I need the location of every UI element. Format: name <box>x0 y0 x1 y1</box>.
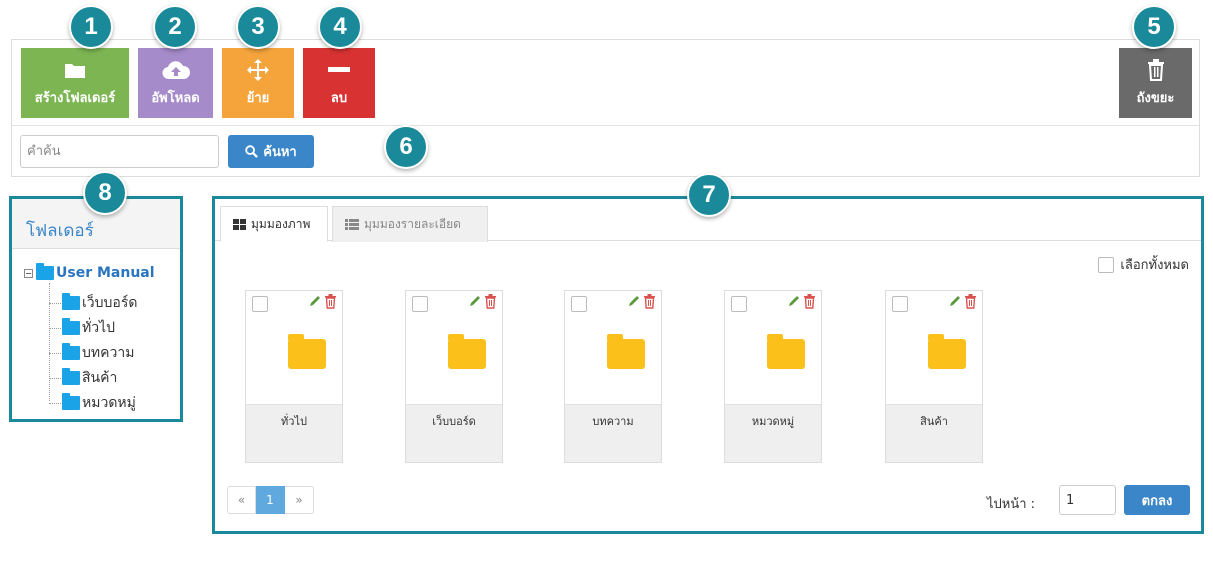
folder-card[interactable]: บทความ <box>564 290 662 463</box>
folder-sidebar: โฟลเดอร์ − User Manual เว็บบอร์ด ทั่วไป … <box>9 196 183 422</box>
search-button[interactable]: ค้นหา <box>228 135 314 168</box>
pencil-icon[interactable] <box>787 294 801 308</box>
folder-card[interactable]: สินค้า <box>885 290 983 463</box>
tree-item-label: บทความ <box>82 345 135 361</box>
folder-icon <box>928 334 966 369</box>
grid-icon <box>233 218 246 230</box>
trash-icon <box>1119 58 1192 82</box>
callout-marker-3: 3 <box>236 5 280 49</box>
folder-icon <box>62 368 80 385</box>
folder-icon <box>36 263 54 280</box>
file-browser-main: มุมมองภาพ มุมมองรายละเอียด เลือกทั้งหมด … <box>212 196 1204 534</box>
create-folder-button[interactable]: สร้างโฟลเดอร์ <box>21 48 129 118</box>
move-button[interactable]: ย้าย <box>222 48 294 118</box>
pencil-icon[interactable] <box>627 294 641 308</box>
pencil-icon[interactable] <box>468 294 482 308</box>
trash-icon[interactable] <box>643 294 656 309</box>
folder-icon <box>62 293 80 310</box>
tree-item-label: สินค้า <box>82 370 118 386</box>
folder-icon <box>62 318 80 335</box>
tree-item-webboard[interactable]: เว็บบอร์ด <box>49 292 137 314</box>
upload-label: อัพโหลด <box>151 91 200 106</box>
pencil-icon[interactable] <box>308 294 322 308</box>
folder-icon <box>62 343 80 360</box>
trash-icon[interactable] <box>484 294 497 309</box>
upload-button[interactable]: อัพโหลด <box>138 48 213 118</box>
folder-name: บทความ <box>565 404 661 462</box>
callout-marker-4: 4 <box>318 5 362 49</box>
pencil-icon[interactable] <box>948 294 962 308</box>
tree-item-label: เว็บบอร์ด <box>82 295 138 311</box>
tab-label: มุมมองรายละเอียด <box>364 217 461 231</box>
search-input[interactable] <box>20 135 219 168</box>
select-all-checkbox[interactable] <box>1098 256 1115 273</box>
tab-label: มุมมองภาพ <box>251 216 311 231</box>
tree-item-label: หมวดหมู่ <box>82 395 136 411</box>
folder-card[interactable]: ทั่วไป <box>245 290 343 463</box>
folder-card[interactable]: เว็บบอร์ด <box>405 290 503 463</box>
move-label: ย้าย <box>246 91 270 106</box>
trash-icon[interactable] <box>324 294 337 309</box>
folder-icon <box>62 393 80 410</box>
callout-marker-6: 6 <box>384 125 428 169</box>
tree-item-general[interactable]: ทั่วไป <box>49 317 115 339</box>
folder-icon <box>21 58 129 82</box>
callout-marker-5: 5 <box>1132 5 1176 49</box>
folder-checkbox[interactable] <box>571 296 587 312</box>
tab-thumbnail-view[interactable]: มุมมองภาพ <box>220 206 328 242</box>
folder-checkbox[interactable] <box>412 296 428 312</box>
tree-item-label: ทั่วไป <box>82 320 116 336</box>
toolbar-panel: สร้างโฟลเดอร์ อัพโหลด ย้าย ลบ ถังขยะ ค้น… <box>11 39 1200 177</box>
list-icon <box>345 219 359 230</box>
folder-icon <box>767 334 805 369</box>
minus-icon <box>303 58 375 82</box>
select-all-label: เลือกทั้งหมด <box>1120 258 1189 273</box>
tree-item-articles[interactable]: บทความ <box>49 342 134 364</box>
folder-icon <box>288 334 326 369</box>
collapse-icon[interactable]: − <box>24 268 33 278</box>
toolbar-divider <box>12 125 1199 126</box>
folder-checkbox[interactable] <box>731 296 747 312</box>
trash-label: ถังขยะ <box>1136 91 1175 106</box>
folder-checkbox[interactable] <box>252 296 268 312</box>
folder-checkbox[interactable] <box>892 296 908 312</box>
search-icon <box>245 145 259 158</box>
folder-icon <box>607 334 645 369</box>
goto-page-input[interactable] <box>1059 485 1116 515</box>
folder-name: ทั่วไป <box>246 404 342 462</box>
callout-marker-7: 7 <box>687 173 731 217</box>
tree-item-products[interactable]: สินค้า <box>49 367 117 389</box>
pagination-page-1[interactable]: 1 <box>256 486 285 514</box>
delete-button[interactable]: ลบ <box>303 48 375 118</box>
search-button-label: ค้นหา <box>263 145 297 160</box>
trash-icon[interactable] <box>964 294 977 309</box>
callout-marker-1: 1 <box>69 5 113 49</box>
create-folder-label: สร้างโฟลเดอร์ <box>34 91 116 106</box>
folder-name: หมวดหมู่ <box>725 404 821 462</box>
tree-item-categories[interactable]: หมวดหมู่ <box>49 392 136 414</box>
folder-name: เว็บบอร์ด <box>406 404 502 462</box>
cloud-upload-icon <box>138 58 213 82</box>
tree-root-user-manual[interactable]: − User Manual <box>24 263 155 281</box>
pagination-prev[interactable]: « <box>227 486 256 514</box>
pagination-next[interactable]: » <box>285 486 314 514</box>
trash-icon[interactable] <box>803 294 816 309</box>
tree-root-label: User Manual <box>56 265 155 281</box>
goto-page-label: ไปหน้า : <box>987 497 1036 512</box>
folder-icon <box>448 334 486 369</box>
folder-card[interactable]: หมวดหมู่ <box>724 290 822 463</box>
pagination: « 1 » <box>227 486 314 514</box>
trash-button[interactable]: ถังขยะ <box>1119 48 1192 118</box>
delete-label: ลบ <box>330 91 348 106</box>
callout-marker-2: 2 <box>153 5 197 49</box>
move-arrows-icon <box>222 58 294 82</box>
folder-name: สินค้า <box>886 404 982 462</box>
goto-page-button[interactable]: ตกลง <box>1124 485 1190 515</box>
tab-detail-view[interactable]: มุมมองรายละเอียด <box>332 206 488 242</box>
callout-marker-8: 8 <box>83 171 127 215</box>
select-all[interactable]: เลือกทั้งหมด <box>1098 254 1189 275</box>
